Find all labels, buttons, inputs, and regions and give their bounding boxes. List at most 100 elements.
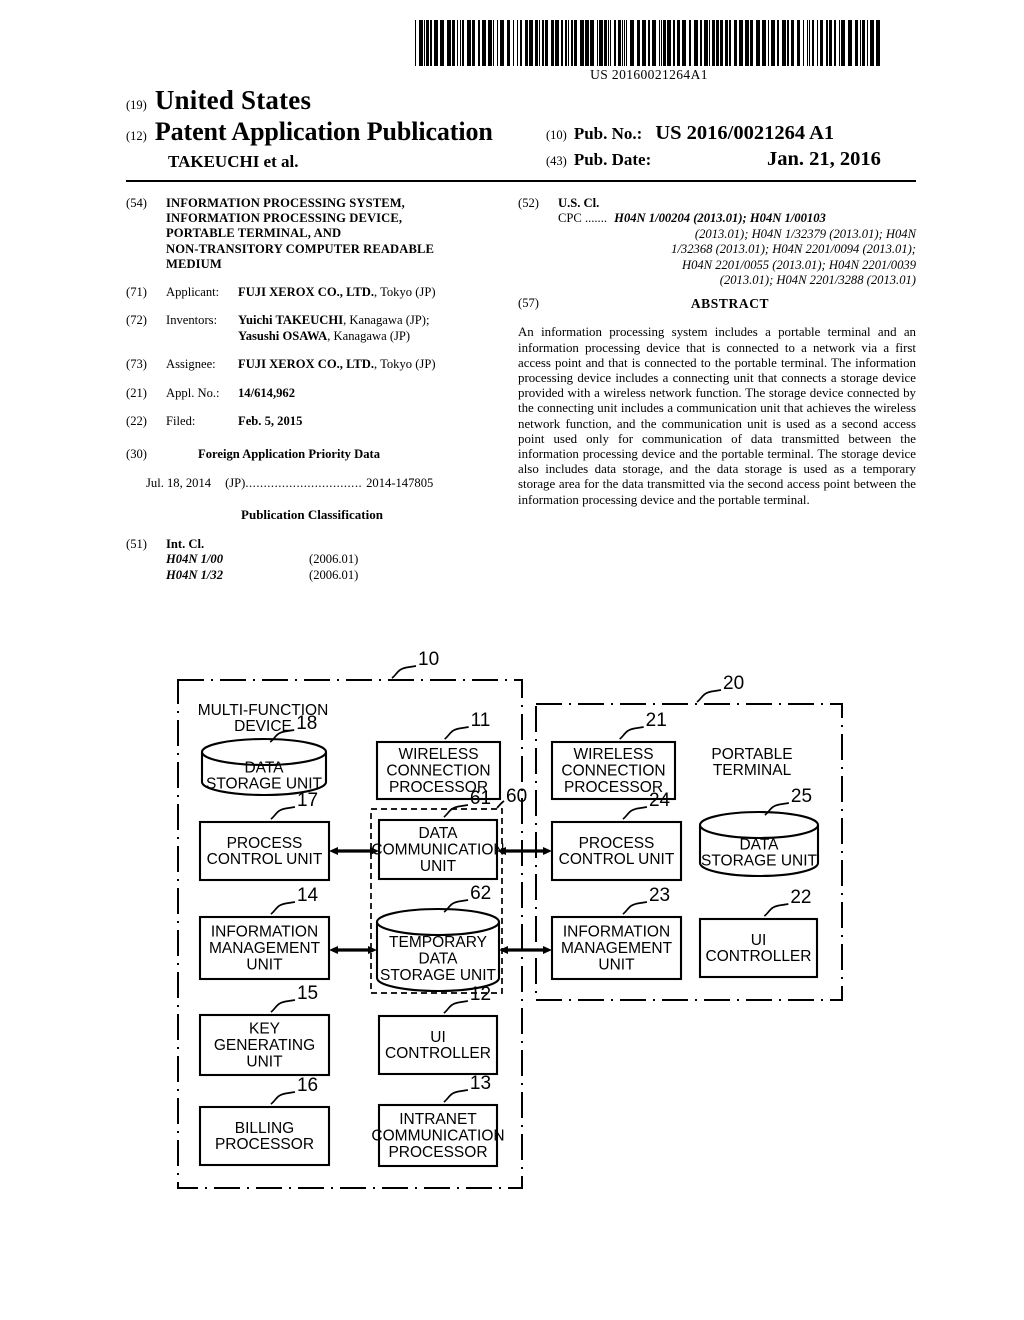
reference-numeral-16: 16 — [297, 1075, 318, 1096]
priority-heading: Foreign Application Priority Data — [198, 446, 381, 461]
reference-numeral-12: 12 — [470, 984, 491, 1005]
reference-numeral-14: 14 — [297, 885, 319, 906]
cpc-line: H04N 2201/0055 (2013.01); H04N 2201/0039 — [681, 257, 916, 272]
country-code: (19) — [126, 98, 147, 112]
pubno-value: US 2016/0021264 A1 — [655, 122, 835, 144]
field-applicant-label: Applicant: — [166, 285, 220, 300]
invention-title: INFORMATION PROCESSING SYSTEM, INFORMATI… — [166, 196, 498, 272]
field-uscl: (52) U.S. Cl. CPC ....... H04N 1/00204 (… — [518, 196, 916, 288]
inventor-name: Yuichi TAKEUCHI — [238, 313, 344, 328]
reference-numeral-11: 11 — [471, 710, 491, 731]
inventor-location: , Kanagawa (JP); — [343, 313, 430, 328]
cpc-line: CPC ....... H04N 1/00204 (2013.01); H04N… — [558, 211, 916, 226]
figure-block-diagram: 10 20 60 MULTI-FUNCTION DEVICE PORTABLE TERMIN… — [0, 632, 1024, 1232]
leader-line — [444, 726, 469, 740]
cpc-text: H04N 1/00204 (2013.01); H04N 1/00103 — [614, 211, 826, 226]
field-inventors: (72) Inventors: Yuichi TAKEUCHI, Kanagaw… — [126, 313, 498, 344]
reference-numeral-20: 20 — [723, 673, 744, 694]
doctype-line: (12) Patent Application Publication — [126, 117, 493, 147]
leader-line — [619, 726, 644, 740]
title-line: PORTABLE TERMINAL, AND — [166, 226, 342, 241]
reference-numeral-17: 17 — [297, 790, 318, 811]
reference-numeral-22: 22 — [790, 887, 811, 908]
inventor-name: Yasushi OSAWA — [238, 328, 328, 343]
leader-line — [696, 689, 722, 703]
field-appno: (21) Appl. No.: 14/614,962 — [126, 386, 498, 401]
field-title: (54) INFORMATION PROCESSING SYSTEM, INFO… — [126, 196, 498, 272]
reference-numeral-21: 21 — [646, 710, 667, 731]
pubdate-code: (43) — [546, 154, 567, 168]
cpc-block: CPC ....... H04N 1/00204 (2013.01); H04N… — [558, 211, 916, 288]
reference-numeral-25: 25 — [791, 786, 812, 807]
title-line: INFORMATION PROCESSING SYSTEM, — [166, 196, 405, 210]
intcl-row: H04N 1/32 (2006.01) — [166, 568, 498, 583]
leader-line — [622, 806, 648, 820]
leader-line — [443, 804, 469, 818]
applicant-value: FUJI XEROX CO., LTD., Tokyo (JP) — [238, 285, 436, 300]
field-inventors-label: Inventors: — [166, 313, 218, 328]
intcl-version: (2006.01) — [309, 567, 359, 582]
field-filed: (22) Filed: Feb. 5, 2015 — [126, 414, 498, 429]
field-intcl-code: (51) — [126, 536, 147, 551]
country-name: United States — [154, 85, 312, 115]
leader-line — [270, 806, 296, 820]
field-applicant: (71) Applicant: FUJI XEROX CO., LTD., To… — [126, 285, 498, 300]
abstract-heading: (57) ABSTRACT — [518, 296, 916, 314]
publication-date-line: (43) Pub. Date: Jan. 21, 2016 — [546, 148, 881, 170]
cpc-line: 1/32368 (2013.01); H04N 2201/0094 (2013.… — [671, 242, 916, 257]
reference-numeral-60: 60 — [506, 786, 527, 807]
barcode-block: US 20160021264A1 — [413, 20, 885, 83]
leader-line — [496, 800, 505, 809]
title-line: NON-TRANSITORY COMPUTER READABLE — [166, 241, 434, 256]
leader-line — [391, 665, 417, 679]
pubno-label: Pub. No.: — [573, 124, 643, 143]
field-intcl: (51) Int. Cl. H04N 1/00 (2006.01) H04N 1… — [126, 537, 498, 583]
masthead: (19) United States (12) Patent Application… — [126, 85, 916, 177]
field-appno-code: (21) — [126, 385, 147, 400]
filed-value: Feb. 5, 2015 — [238, 414, 303, 429]
field-applicant-code: (71) — [126, 285, 147, 300]
priority-date: Jul. 18, 2014 — [146, 475, 212, 490]
field-priority-code: (30) — [126, 446, 147, 461]
intcl-row: H04N 1/00 (2006.01) — [166, 552, 498, 567]
leader-line — [270, 999, 296, 1013]
leader-line — [270, 901, 296, 915]
block-label-21: WIRELESS CONNECTION PROCESSOR — [561, 746, 665, 796]
applicant-name: FUJI XEROX CO., LTD. — [238, 285, 374, 300]
reference-numeral-62: 62 — [470, 883, 491, 904]
abstract-title: ABSTRACT — [690, 296, 770, 312]
reference-numeral-15: 15 — [297, 983, 318, 1004]
reference-numeral-10: 10 — [418, 649, 439, 670]
reference-numeral-23: 23 — [649, 885, 670, 906]
masthead-divider — [126, 180, 916, 182]
leader-line — [622, 901, 648, 915]
priority-country: (JP) — [225, 475, 246, 490]
priority-dots: ................................ — [245, 475, 363, 490]
pubdate-value: Jan. 21, 2016 — [767, 148, 881, 170]
reference-numeral-24: 24 — [649, 790, 671, 811]
doctype-code: (12) — [126, 129, 147, 143]
publication-number-line: (10) Pub. No.: US 2016/0021264 A1 — [546, 122, 834, 145]
field-assignee-code: (73) — [126, 357, 147, 372]
title-line: MEDIUM — [166, 256, 222, 271]
figure-svg: 102060MULTI-FUNCTION DEVICEPORTABLE TERMIN… — [177, 649, 843, 1189]
barcode-number: US 20160021264A1 — [590, 67, 708, 82]
reference-numeral-61: 61 — [470, 788, 491, 809]
field-assignee-label: Assignee: — [166, 357, 216, 372]
reference-numeral-18: 18 — [296, 713, 317, 734]
assignee-value: FUJI XEROX CO., LTD., Tokyo (JP) — [238, 357, 436, 372]
leader-line — [270, 1091, 296, 1105]
assignee-location: , Tokyo (JP) — [374, 357, 436, 372]
cpc-prefix: CPC ....... — [558, 211, 607, 226]
title-line: INFORMATION PROCESSING DEVICE, — [166, 211, 403, 226]
applicant-location: , Tokyo (JP) — [374, 285, 436, 300]
country-line: (19) United States — [126, 85, 311, 116]
field-appno-label: Appl. No.: — [166, 385, 220, 400]
author-line: TAKEUCHI et al. — [168, 152, 299, 171]
field-filed-code: (22) — [126, 414, 147, 429]
reference-numeral-13: 13 — [470, 1073, 491, 1094]
priority-number: 2014-147805 — [366, 475, 434, 490]
abstract-text: An information processing system include… — [518, 325, 916, 507]
intcl-code: H04N 1/32 — [166, 567, 224, 582]
inventor-location: , Kanagawa (JP) — [327, 328, 411, 343]
